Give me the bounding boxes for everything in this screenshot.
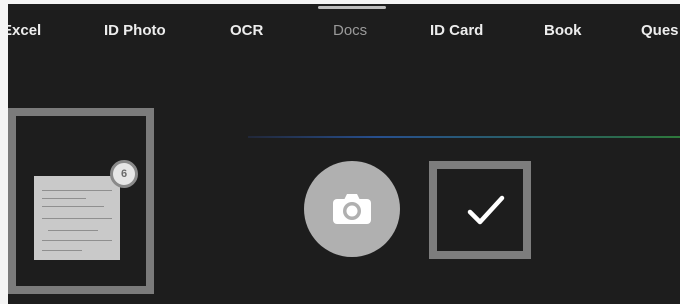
tab-ques[interactable]: Ques: [641, 22, 679, 40]
camera-screen: Excel ID Photo OCR Docs ID Card Book Que…: [8, 4, 680, 304]
viewfinder-guide-line: [248, 136, 680, 138]
active-tab-indicator: [318, 6, 386, 9]
camera-icon: [333, 194, 371, 224]
mode-tab-bar: Excel ID Photo OCR Docs ID Card Book Que…: [8, 4, 680, 48]
tab-excel[interactable]: Excel: [8, 22, 41, 40]
document-preview: [34, 176, 120, 260]
page-count-badge: 6: [110, 160, 138, 188]
shutter-button[interactable]: [304, 161, 400, 257]
tab-book[interactable]: Book: [544, 22, 582, 40]
tab-id-card[interactable]: ID Card: [430, 22, 483, 40]
captured-thumbnail[interactable]: 6: [8, 108, 154, 294]
tab-ocr[interactable]: OCR: [230, 22, 263, 40]
tab-id-photo[interactable]: ID Photo: [104, 22, 166, 40]
checkmark-icon: [467, 195, 505, 225]
tab-docs[interactable]: Docs: [333, 22, 367, 40]
confirm-button[interactable]: [429, 161, 531, 259]
